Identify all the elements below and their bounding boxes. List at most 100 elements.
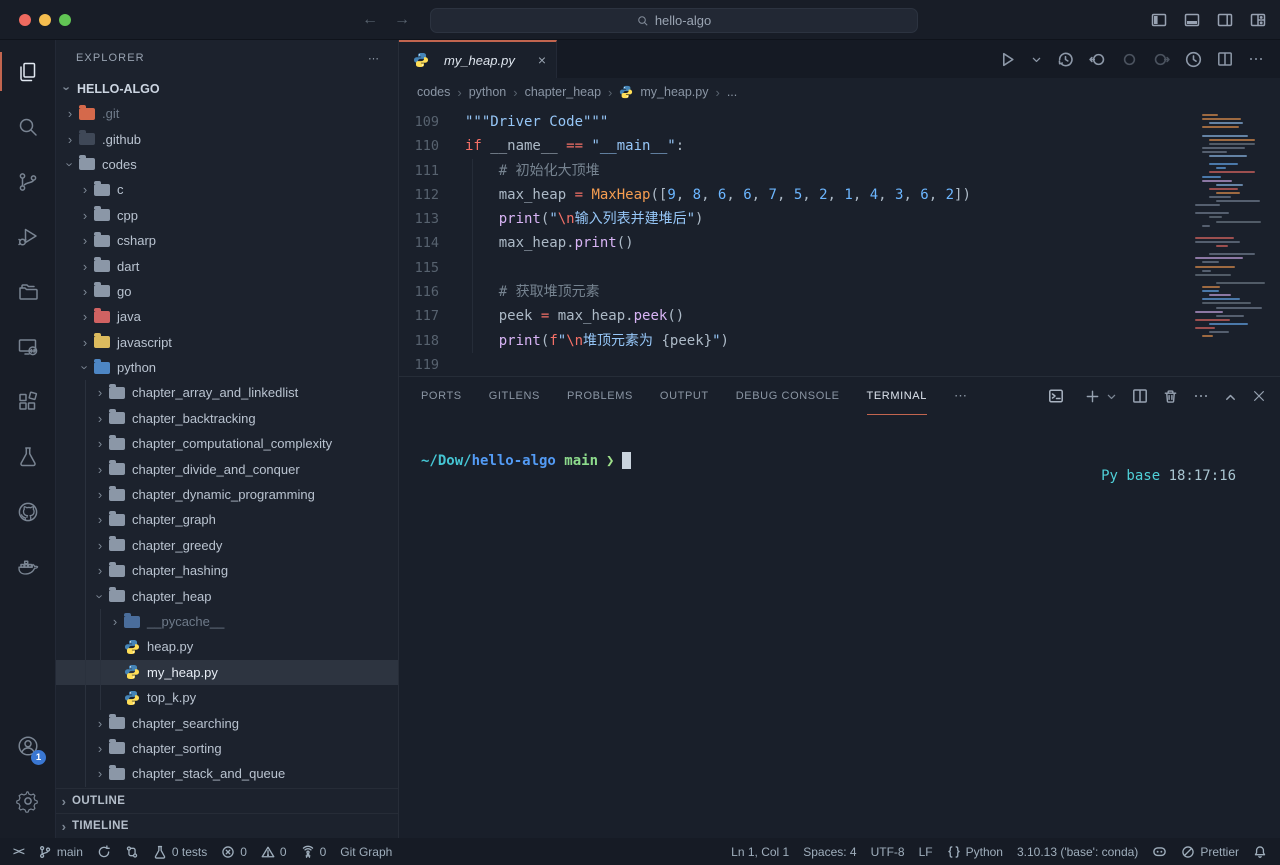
activity-remote-explorer[interactable] xyxy=(0,319,55,374)
copilot[interactable] xyxy=(1145,838,1174,865)
split-editor-icon[interactable] xyxy=(1217,51,1233,67)
gitlens-compare[interactable] xyxy=(118,838,146,865)
chevron-up-icon[interactable] xyxy=(1224,390,1237,403)
file-history-icon[interactable] xyxy=(1057,51,1074,68)
layout-panel-icon[interactable] xyxy=(1184,12,1200,28)
tree-item-top-k-py[interactable]: top_k.py xyxy=(56,685,398,710)
nav-circle-icon[interactable] xyxy=(1121,51,1138,68)
tree-item-my-heap-py[interactable]: my_heap.py xyxy=(56,660,398,685)
language-mode[interactable]: Python xyxy=(940,838,1010,865)
tree-item-dart[interactable]: ›dart xyxy=(56,253,398,278)
activity-explorer[interactable] xyxy=(0,44,55,99)
activity-testing[interactable] xyxy=(0,429,55,484)
tab-my-heap-py[interactable]: my_heap.py × xyxy=(399,40,557,78)
tree-item-c[interactable]: ›c xyxy=(56,177,398,202)
nav-forward-icon[interactable]: → xyxy=(394,11,410,29)
nav-forward-icon[interactable] xyxy=(1153,51,1170,68)
tree-item--github[interactable]: ›.github xyxy=(56,126,398,151)
section-outline[interactable]: ›OUTLINE xyxy=(56,788,398,813)
tree-item--pycache-[interactable]: ›__pycache__ xyxy=(56,609,398,634)
close-tab-icon[interactable]: × xyxy=(538,52,546,68)
run-dropdown-icon[interactable] xyxy=(1031,54,1042,65)
dropdown-icon[interactable] xyxy=(1106,391,1117,402)
customize-layout-icon[interactable] xyxy=(1250,12,1266,28)
tree-item-go[interactable]: ›go xyxy=(56,279,398,304)
activity-github[interactable] xyxy=(0,484,55,539)
trash-icon[interactable] xyxy=(1163,389,1178,404)
tree-item-cpp[interactable]: ›cpp xyxy=(56,203,398,228)
run-icon[interactable] xyxy=(999,51,1016,68)
tree-item-chapter-heap[interactable]: ›chapter_heap xyxy=(56,583,398,608)
tree-item-heap-py[interactable]: heap.py xyxy=(56,634,398,659)
code-editor[interactable]: 109"""Driver Code"""110if __name__ == "_… xyxy=(399,106,1280,376)
split-panel-icon[interactable] xyxy=(1132,388,1148,404)
command-center-search[interactable]: hello-algo xyxy=(430,8,918,33)
error-count[interactable]: 0 xyxy=(214,838,254,865)
section-timeline[interactable]: ›TIMELINE xyxy=(56,813,398,838)
activity-extensions[interactable] xyxy=(0,374,55,429)
tree-item-chapter-array-and-linkedlist[interactable]: ›chapter_array_and_linkedlist xyxy=(56,380,398,405)
ports-forwarded[interactable]: 0 xyxy=(294,838,334,865)
nav-back-icon[interactable]: ← xyxy=(362,11,378,29)
terminal-instance[interactable] xyxy=(1048,388,1070,404)
git-branch[interactable]: main xyxy=(31,838,90,865)
panel-tab-output[interactable]: OUTPUT xyxy=(660,377,709,415)
warning-count[interactable]: 0 xyxy=(254,838,294,865)
activity-source-control[interactable] xyxy=(0,154,55,209)
new-terminal-icon[interactable] xyxy=(1085,389,1100,404)
tree-item-chapter-hashing[interactable]: ›chapter_hashing xyxy=(56,558,398,583)
indentation[interactable]: Spaces: 4 xyxy=(796,838,863,865)
layout-sidebar-right-icon[interactable] xyxy=(1217,12,1233,28)
zoom-window-button[interactable] xyxy=(59,14,71,26)
activity-account[interactable]: 1 xyxy=(0,718,55,773)
activity-project-manager[interactable] xyxy=(0,264,55,319)
explorer-more-actions-icon[interactable]: ⋯ xyxy=(368,52,380,65)
tree-item-javascript[interactable]: ›javascript xyxy=(56,330,398,355)
activity-settings[interactable] xyxy=(0,773,55,828)
breadcrumb-item[interactable]: python xyxy=(469,85,507,99)
close-icon[interactable] xyxy=(1252,389,1266,403)
panel-more-tabs-icon[interactable]: ⋯ xyxy=(954,377,968,415)
breadcrumb-item[interactable]: codes xyxy=(417,85,450,99)
panel-tab-debug-console[interactable]: DEBUG CONSOLE xyxy=(736,377,840,415)
tree-item-codes[interactable]: ›codes xyxy=(56,152,398,177)
more-icon[interactable] xyxy=(1193,388,1209,404)
tree-item-chapter-dynamic-programming[interactable]: ›chapter_dynamic_programming xyxy=(56,482,398,507)
close-window-button[interactable] xyxy=(19,14,31,26)
tree-item-chapter-computational-complexity[interactable]: ›chapter_computational_complexity xyxy=(56,431,398,456)
minimize-window-button[interactable] xyxy=(39,14,51,26)
tree-item-chapter-sorting[interactable]: ›chapter_sorting xyxy=(56,736,398,761)
tree-item--git[interactable]: ›.git xyxy=(56,101,398,126)
tree-root-hello-algo[interactable]: › HELLO-ALGO xyxy=(56,76,398,101)
eol[interactable]: LF xyxy=(912,838,940,865)
notifications[interactable] xyxy=(1246,838,1274,865)
tree-item-chapter-graph[interactable]: ›chapter_graph xyxy=(56,507,398,532)
panel-tab-ports[interactable]: PORTS xyxy=(421,377,462,415)
activity-docker[interactable] xyxy=(0,539,55,594)
panel-tab-terminal[interactable]: TERMINAL xyxy=(867,377,927,415)
cursor-position[interactable]: Ln 1, Col 1 xyxy=(724,838,796,865)
panel-tab-problems[interactable]: PROBLEMS xyxy=(567,377,633,415)
tree-item-chapter-searching[interactable]: ›chapter_searching xyxy=(56,710,398,735)
terminal[interactable]: ~/Dow/hello-algo main❯ Py base 18:17:16 xyxy=(399,415,1280,838)
prettier[interactable]: Prettier xyxy=(1174,838,1246,865)
tree-item-python[interactable]: ›python xyxy=(56,355,398,380)
more-icon[interactable] xyxy=(1248,51,1264,67)
remote-indicator[interactable]: >< xyxy=(6,838,31,865)
panel-tab-gitlens[interactable]: GITLENS xyxy=(489,377,540,415)
layout-sidebar-left-icon[interactable] xyxy=(1151,12,1167,28)
breadcrumb-item[interactable]: my_heap.py xyxy=(640,85,708,99)
test-results[interactable]: 0 tests xyxy=(146,838,214,865)
timeline-clock-icon[interactable] xyxy=(1185,51,1202,68)
git-graph[interactable]: Git Graph xyxy=(333,838,399,865)
nav-back-icon[interactable] xyxy=(1089,51,1106,68)
activity-search[interactable] xyxy=(0,99,55,154)
tree-item-csharp[interactable]: ›csharp xyxy=(56,228,398,253)
minimap[interactable] xyxy=(1195,110,1271,339)
breadcrumb-item[interactable]: chapter_heap xyxy=(525,85,601,99)
tree-item-chapter-stack-and-queue[interactable]: ›chapter_stack_and_queue xyxy=(56,761,398,786)
tree-item-chapter-divide-and-conquer[interactable]: ›chapter_divide_and_conquer xyxy=(56,456,398,481)
tree-item-chapter-backtracking[interactable]: ›chapter_backtracking xyxy=(56,406,398,431)
breadcrumb-item[interactable]: ... xyxy=(727,85,737,99)
tree-item-java[interactable]: ›java xyxy=(56,304,398,329)
